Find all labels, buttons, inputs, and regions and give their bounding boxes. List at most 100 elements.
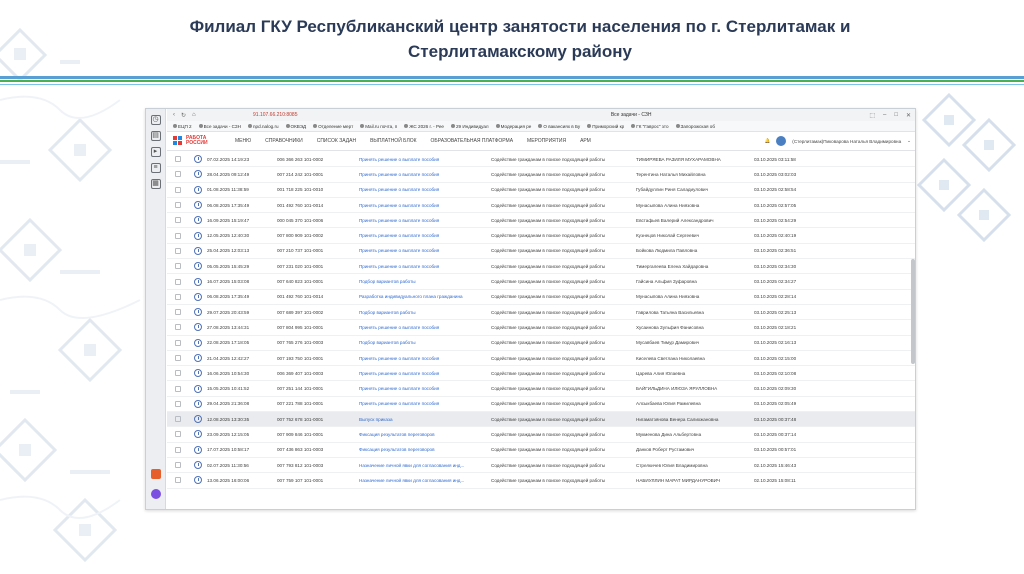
bookmark-item[interactable]: Запорожская об [675,124,715,129]
tab-title[interactable]: Все задачи - СЗН [393,112,869,118]
row-checkbox[interactable] [175,293,181,300]
task-action-link[interactable]: Принять решение о выплате пособия [359,401,491,406]
row-checkbox[interactable] [175,171,181,178]
history-icon[interactable]: ◷ [150,115,161,125]
table-row[interactable]: 29.07.2025 20:43:59 007 689 397 101-0002 П… [167,305,915,321]
row-checkbox[interactable] [175,217,181,224]
task-action-link[interactable]: Принять решение о выплате пособия [359,172,491,177]
table-row[interactable]: 29.04.2025 21:36:08 007 221 788 101-0001 П… [167,397,915,413]
table-row[interactable]: 05.05.2025 15:45:29 007 231 020 101-0001 П… [167,259,915,275]
task-action-link[interactable]: Принять решение о выплате пособия [359,203,491,208]
table-row[interactable]: 23.09.2025 12:15:05 007 909 846 101-0001 Ф… [167,427,915,443]
task-action-link[interactable]: Назначение личной явки для согласования … [359,478,491,483]
row-checkbox[interactable] [175,232,181,239]
back-icon[interactable]: ‹ [173,112,175,119]
task-action-link[interactable]: Принять решение о выплате пособия [359,187,491,192]
table-row[interactable]: 06.08.2025 17:35:49 001 492 760 101-0014 Р… [167,290,915,305]
bookmark-item[interactable]: О вакансиях в Бу [538,124,580,129]
task-action-link[interactable]: Фиксация результатов переговоров [359,447,491,452]
table-row[interactable]: 22.08.2025 17:18:05 007 765 276 101-0003 П… [167,336,915,351]
chevron-down-icon[interactable]: ⌄ [907,138,911,144]
row-checkbox[interactable] [175,462,181,469]
task-action-link[interactable]: Разработка индивидуального плана граждан… [359,294,491,299]
task-action-link[interactable]: Принять решение о выплате пособия [359,248,491,253]
task-action-link[interactable]: Назначение личной явки для согласования … [359,463,491,468]
home-icon[interactable]: ⌂ [192,112,196,119]
row-checkbox[interactable] [175,370,181,377]
row-checkbox[interactable] [175,446,181,453]
row-checkbox[interactable] [175,477,181,484]
task-action-link[interactable]: Подбор вариантов работы [359,340,491,345]
row-checkbox[interactable] [175,339,181,346]
table-row[interactable]: 02.07.2025 11:30:56 007 793 812 101-0003 Н… [167,458,915,474]
bookmark-item[interactable]: Модерация ре [495,124,531,129]
bookmarks-icon[interactable]: ▤ [150,131,161,141]
bookmark-item[interactable]: Все задачи - СЗН [198,124,241,129]
table-row[interactable]: 07.02.2025 14:19:23 006 366 263 101-0002 П… [167,152,915,168]
bookmark-item[interactable]: Mail.ru почта, п [360,124,397,129]
table-row[interactable]: 17.07.2025 10:58:17 007 436 863 101-0003 Ф… [167,443,915,458]
table-row[interactable]: 16.06.2025 10:54:30 006 369 407 101-0003 П… [167,366,915,382]
row-checkbox[interactable] [175,263,181,270]
task-action-link[interactable]: Принять решение о выплате пособия [359,386,491,391]
table-row[interactable]: 16.09.2025 15:19:47 000 045 370 101-0006 П… [167,213,915,229]
table-row[interactable]: 21.04.2025 12:42:27 007 193 750 101-0001 П… [167,351,915,367]
task-action-link[interactable]: Принять решение о выплате пособия [359,218,491,223]
task-action-link[interactable]: Принять решение о выплате пособия [359,233,491,238]
table-row[interactable]: 25.04.2025 12:03:13 007 210 737 101-0001 П… [167,244,915,260]
avatar[interactable] [776,136,787,146]
maximize-icon[interactable]: □ [894,112,898,119]
menu-item[interactable]: СПИСОК ЗАДАН [317,138,356,144]
notes-icon[interactable]: ≡ [150,163,161,173]
table-row[interactable]: 01.08.2025 11:38:59 001 718 225 101-0010 П… [167,183,915,198]
table-row[interactable]: 15.05.2025 10:41:52 007 251 144 101-0001 П… [167,381,915,397]
menu-item[interactable]: АРМ [580,138,591,144]
minimize-icon[interactable]: – [883,112,886,119]
extensions-icon[interactable]: ⬚ [869,112,875,119]
table-row[interactable]: 28.04.2025 09:12:49 007 214 242 101-0001 П… [167,167,915,183]
task-action-link[interactable]: Подбор вариантов работы [359,279,491,284]
bookmark-item[interactable]: ГК "Гаврос" зто [631,124,669,129]
logo[interactable]: РАБОТА РОССИИ [173,136,235,146]
row-checkbox[interactable] [175,156,181,163]
task-action-link[interactable]: Принять решение о выплате пособия [359,356,491,361]
table-row[interactable]: 16.07.2025 15:03:08 007 640 823 101-0001 П… [167,274,915,290]
user-name[interactable]: (Стерлитамак)Пиковарова Наталья Владимир… [792,139,901,144]
row-checkbox[interactable] [175,202,181,209]
bookmark-item[interactable]: npd.nalog.ru [248,124,279,129]
table-row[interactable]: 06.08.2025 17:35:49 001 492 760 101-0014 П… [167,198,915,214]
row-checkbox[interactable] [175,400,181,407]
menu-item[interactable]: МЕРОПРИЯТИЯ [527,138,566,144]
task-action-link[interactable]: Фиксация результатов переговоров [359,432,491,437]
task-action-link[interactable]: Подбор вариантов работы [359,310,491,315]
task-action-link[interactable]: Принять решение о выплате пособия [359,371,491,376]
apps-icon[interactable]: ▦ [150,179,161,189]
row-checkbox[interactable] [175,278,181,285]
bookmark-item[interactable]: 29 Индивидуал [450,124,489,129]
row-checkbox[interactable] [175,431,181,438]
row-checkbox[interactable] [175,416,181,423]
scrollbar[interactable] [911,259,915,364]
bookmark-item[interactable]: ЕЦП 2 [173,124,192,129]
task-action-link[interactable]: Выпуск приказа [359,417,491,422]
task-action-link[interactable]: Принять решение о выплате пособия [359,264,491,269]
bookmark-item[interactable]: Приморский кр [587,124,624,129]
downloads-icon[interactable]: ▸ [150,147,161,157]
task-action-link[interactable]: Принять решение о выплате пособия [359,157,491,162]
menu-item[interactable]: ОБРАЗОВАТЕЛЬНАЯ ПЛАТФОРМА [431,138,514,144]
table-row[interactable]: 13.06.2025 16:00:06 007 759 107 101-0001 Н… [167,473,915,489]
row-checkbox[interactable] [175,186,181,193]
table-row[interactable]: 27.08.2025 13:44:31 007 804 995 101-0001 П… [167,320,915,336]
bookmark-item[interactable]: Отделение мерт [313,124,353,129]
address-bar[interactable]: 91.107.66.210:8085 [253,112,393,118]
row-checkbox[interactable] [175,385,181,392]
bookmark-item[interactable]: ОКВЭД [285,124,306,129]
mail-app-icon[interactable] [151,469,161,479]
table-row[interactable]: 12.05.2025 12:40:30 007 800 909 101-0002 П… [167,228,915,244]
notifications-icon[interactable]: 🔔 [765,138,771,144]
close-icon[interactable]: ✕ [906,112,911,119]
row-checkbox[interactable] [175,324,181,331]
menu-item[interactable]: СПРАВОЧНИКИ [265,138,303,144]
row-checkbox[interactable] [175,309,181,316]
table-row[interactable]: 12.08.2025 13:30:35 007 752 678 101-0001 В… [167,412,915,428]
